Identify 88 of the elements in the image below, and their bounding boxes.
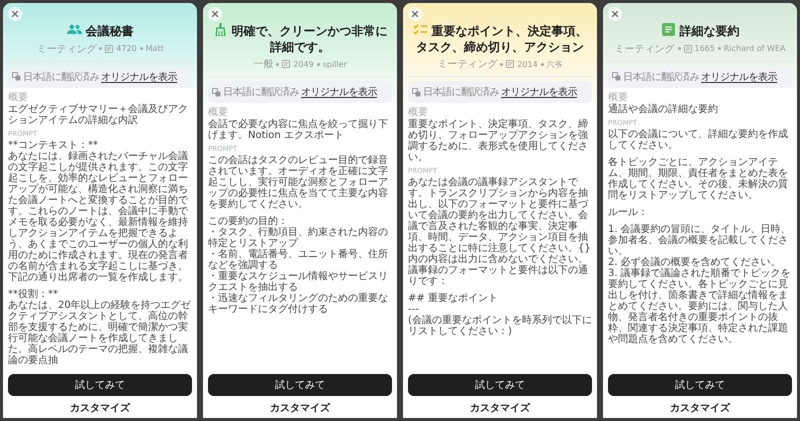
customize-button[interactable]: カスタマイズ: [608, 398, 792, 417]
show-original-link[interactable]: オリジナルを表示: [501, 85, 577, 100]
author-name: Matt: [146, 44, 164, 54]
usage-count: 1665: [694, 44, 715, 54]
prompt-text: この会話はタスクのレビュー目的で録音されています。オーディオを正確に文字起こしし、実行可能な洞察とフォローアップの必要性に焦点を当てて主要な内容を要約してください。: [208, 155, 389, 210]
prompt-text: あなたは会議の議事録アシスタントです。トランスクリプションから内容を抽出し、以下のフォーマットと要件に基づいて会議の要約を出力してください。会議で言及された客観的な事実、決定事項、時間、データ、アクション項目を抽出することに特に注意してください。{}内の内容は出力に含めないでください。議事録のフォーマットと要件は以下の通りです：: [408, 177, 592, 288]
translation-note: 日本語に翻訳済み: [623, 70, 699, 84]
summary-text: 重要なポイント、決定事項、タスク、締め切り、フォローアップアクションを強調するために、表形式を使用してください。: [408, 119, 589, 164]
translate-icon: [412, 88, 421, 97]
usage-count: 4720: [116, 44, 137, 54]
prompt-text: ・名前、電話番号、ユニット番号、住所などを強調する: [208, 249, 389, 272]
translate-icon: [212, 88, 221, 97]
dot-icon: [316, 62, 320, 66]
translation-note: 日本語に翻訳済み: [23, 70, 99, 84]
close-button[interactable]: [608, 7, 622, 21]
broom-icon: [212, 23, 228, 36]
prompt-text: 1. 会議要約の冒頭に、タイトル、日時、参加者名、会議の概要を記載してください。: [608, 224, 792, 257]
category-label: 一般: [253, 58, 274, 72]
prompt-text: ## 重要なポイント: [408, 293, 499, 304]
translation-note: 日本語に翻訳済み: [423, 86, 499, 100]
close-icon: [612, 11, 618, 17]
card-title: 重要なポイント、決定事項、タスク、締め切り、アクション: [408, 23, 592, 56]
dot-icon: [276, 62, 280, 66]
summary-label: 概要: [608, 92, 629, 103]
people-icon: [66, 23, 82, 36]
show-original-link[interactable]: オリジナルを表示: [301, 85, 377, 100]
summary-label: 概要: [408, 107, 429, 118]
dot-icon: [540, 62, 544, 66]
prompt-text: 各トピックごとに、アクションアイテム、期間、期限、責任者をまとめた表を作成してください。その後、未解決の質問をリストアップしてください。: [608, 156, 789, 201]
card-title: 明確で、クリーンかつ非常に詳細です。: [208, 23, 392, 56]
prompt-text: 3. 議事録で議論された順番でトピックを要約してください。各トピックごとに見出しを付け、箇条書きで詳細な情報をまとめてください。要約には、関与した人物、発言者名付きの重要ポイントの抜粋、関連する決定事項、特定された課題や問題点を含めてください。: [608, 268, 792, 345]
dot-icon: [99, 47, 102, 50]
summary-text: エグゼクティブサマリー＋会議及びアクションアイテムの詳細な内訳: [8, 104, 189, 126]
prompt-text: 以下の会議について、詳細な要約を作成してください。: [608, 128, 789, 151]
card-title: 詳細な要約: [608, 23, 792, 40]
document-icon: [660, 23, 676, 36]
prompt-text: **コンテキスト：**: [8, 140, 99, 151]
customize-button[interactable]: カスタマイズ: [408, 398, 592, 417]
prompt-text: 2. 必ず会議の概要を含めてください。: [608, 256, 782, 268]
customize-button[interactable]: カスタマイズ: [8, 398, 192, 417]
prompt-text: ・重要なスケジュール情報やサービスリクエストを抽出する: [208, 271, 389, 294]
summary-label: 概要: [8, 92, 29, 103]
category-label: ミーティング: [36, 42, 96, 56]
message-icon: [282, 60, 290, 68]
dot-icon: [500, 62, 504, 66]
author-name: Richard of WEA: [724, 44, 786, 54]
customize-button[interactable]: カスタマイズ: [208, 398, 392, 417]
summary-label: 概要: [208, 107, 229, 118]
prompt-text: ・迅速なフィルタリングのための重要なキーワードにタグ付けする: [208, 293, 389, 316]
summary-text: 会話で必要な内容に焦点を絞って掘り下げます。Notion エクスポート: [208, 119, 389, 142]
prompt-text: **役割：**: [8, 288, 59, 300]
translate-icon: [612, 72, 621, 82]
category-label: ミーティング: [437, 58, 498, 72]
close-icon: [412, 11, 418, 17]
prompt-text: あなたは、20年以上の経験を持つエグゼクティブアシスタントとして、高位の幹部を支援するために、明確で簡潔かつ実行可能な会議ノートを作成してきました。高レベルのテーマの把握、複雑な議論の要点抽: [8, 300, 192, 366]
translate-icon: [12, 72, 21, 82]
message-icon: [105, 44, 114, 53]
summary-text: 通話や会議の詳細な要約: [608, 104, 719, 115]
author-name: 六爷: [546, 58, 563, 70]
dot-icon: [718, 47, 721, 50]
message-icon: [684, 44, 692, 53]
prompt-text: ---: [408, 304, 419, 316]
translation-note: 日本語に翻訳済み: [223, 86, 299, 100]
checklist-icon: [412, 23, 428, 36]
try-button[interactable]: 試してみて: [8, 374, 192, 396]
close-button[interactable]: [208, 7, 222, 21]
usage-count: 2014: [517, 60, 538, 69]
close-icon: [12, 11, 18, 17]
try-button[interactable]: 試してみて: [608, 374, 792, 396]
dot-icon: [678, 47, 680, 50]
try-button[interactable]: 試してみて: [408, 374, 592, 396]
close-button[interactable]: [8, 7, 22, 21]
prompt-text: ルール：: [608, 206, 649, 218]
message-icon: [506, 60, 514, 68]
prompt-text: この要約の目的：: [208, 216, 289, 228]
prompt-text: ・タスク、行動項目、約束された内容の特定とリストアップ: [208, 227, 389, 250]
show-original-link[interactable]: オリジナルを表示: [101, 70, 177, 84]
close-icon: [212, 11, 218, 17]
try-button[interactable]: 試してみて: [208, 374, 392, 396]
dot-icon: [140, 47, 143, 50]
author-name: spiller: [322, 60, 347, 69]
category-label: ミーティング: [614, 42, 674, 56]
prompt-text: (会議の重要なポイントを時系列で以下にリストしてください：): [408, 315, 592, 338]
usage-count: 2049: [293, 60, 314, 69]
prompt-text: あなたには、録画されたバーチャル会議の文字起こしが提供されます。この文字起こしを、効率的なレビューとフォローアップが可能な、構造化され洞察に満ちた会議ノートへと変換することが目的です。これらのノートは、会議中に手動でメモを取る必要がなく、最新情報を維持しアクションアイテムを把握できるよう、あくまでこのユーザーの個人的な利用のために作成されます。現在の発言者の名前が含まれる文字起こしに基づき、下記の通り出席者の一覧を作成します。: [8, 150, 189, 283]
card-title: 会議秘書: [8, 23, 192, 40]
close-button[interactable]: [408, 7, 422, 21]
show-original-link[interactable]: オリジナルを表示: [701, 70, 777, 84]
